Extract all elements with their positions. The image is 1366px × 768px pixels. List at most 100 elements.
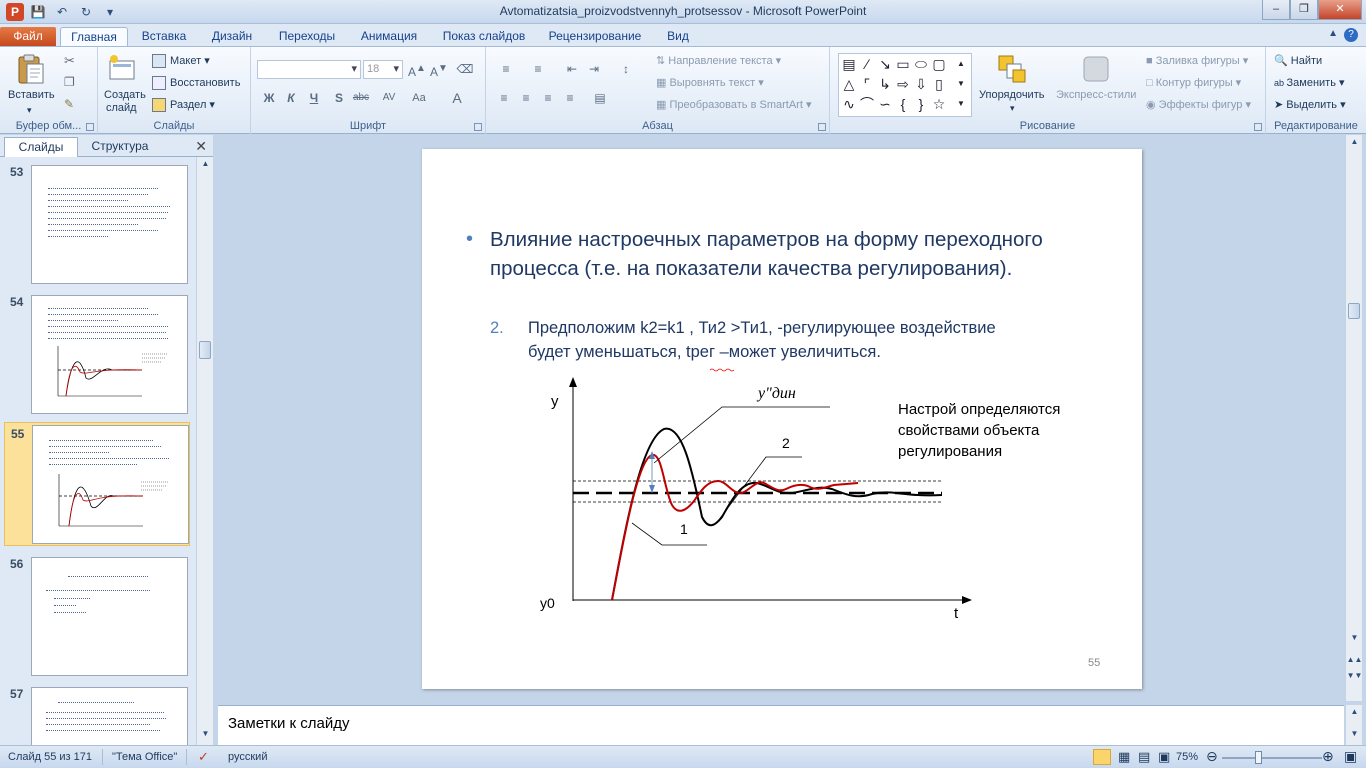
- down-arrow-shape-icon[interactable]: ⇩: [913, 76, 929, 92]
- scroll-down-icon[interactable]: ▼: [1346, 633, 1363, 647]
- new-slide-label-2[interactable]: слайд: [106, 102, 137, 114]
- shape-fill-button[interactable]: ■ Заливка фигуры ▾: [1146, 54, 1248, 67]
- slide-thumbnail[interactable]: [31, 557, 188, 676]
- panel-scrollbar[interactable]: ▲ ▼: [196, 157, 213, 745]
- rectangle-shape-icon[interactable]: ▭: [895, 56, 911, 72]
- paste-button[interactable]: Вставить: [8, 89, 55, 101]
- grow-font-icon[interactable]: A▲: [407, 60, 427, 79]
- paragraph-launcher-icon[interactable]: [818, 123, 826, 131]
- zoom-slider-knob[interactable]: [1255, 751, 1262, 764]
- elbow-connector-shape-icon[interactable]: ⌜: [859, 76, 875, 92]
- tab-design[interactable]: Дизайн: [204, 27, 260, 46]
- slide-thumbnail[interactable]: [31, 295, 188, 414]
- align-left-icon[interactable]: ≡: [494, 89, 514, 107]
- right-arrow-shape-icon[interactable]: ⇨: [895, 76, 911, 92]
- freeform-shape-icon[interactable]: ∽: [877, 96, 893, 112]
- shape-effects-button[interactable]: ◉ Эффекты фигур ▾: [1146, 98, 1251, 111]
- tab-file[interactable]: Файл: [0, 27, 56, 46]
- maximize-button[interactable]: ❐: [1290, 0, 1318, 20]
- paste-dropdown-icon[interactable]: ▾: [27, 105, 32, 116]
- scroll-up-icon[interactable]: ▲: [197, 159, 214, 173]
- tab-slideshow[interactable]: Показ слайдов: [436, 27, 532, 46]
- slide-thumbnail[interactable]: [31, 687, 188, 745]
- shape-outline-button[interactable]: □ Контур фигуры ▾: [1146, 76, 1241, 89]
- font-size-dropdown-icon[interactable]: ▾: [393, 61, 399, 78]
- next-slide-icon[interactable]: ▼▼: [1346, 671, 1363, 685]
- slide-thumbnail[interactable]: [31, 165, 188, 284]
- zoom-slider[interactable]: [1222, 757, 1322, 759]
- section-button[interactable]: Раздел ▾: [152, 98, 215, 113]
- reset-button[interactable]: Восстановить: [152, 76, 240, 90]
- curve-shape-icon[interactable]: ∿: [841, 96, 857, 112]
- previous-slide-icon[interactable]: ▲▲: [1346, 655, 1363, 669]
- clear-format-icon[interactable]: ⌫: [455, 60, 475, 78]
- quick-styles-button[interactable]: Экспресс-стили: [1056, 89, 1136, 101]
- clipboard-launcher-icon[interactable]: [86, 123, 94, 131]
- new-slide-label-1[interactable]: Создать: [104, 89, 146, 101]
- rounded-rect-shape-icon[interactable]: ▢: [931, 56, 947, 72]
- italic-icon[interactable]: К: [281, 89, 301, 107]
- shadow-icon[interactable]: S: [329, 89, 349, 107]
- oval-shape-icon[interactable]: ⬭: [913, 56, 929, 72]
- notes-pane[interactable]: Заметки к слайду: [218, 705, 1344, 745]
- drawing-launcher-icon[interactable]: [1254, 123, 1262, 131]
- side-note-text[interactable]: Настрой определяются свойствами объекта …: [898, 399, 1098, 462]
- thumbnail-row[interactable]: 53: [0, 161, 196, 287]
- tab-review[interactable]: Рецензирование: [542, 27, 648, 46]
- tab-insert[interactable]: Вставка: [134, 27, 194, 46]
- font-name-dropdown-icon[interactable]: ▾: [351, 61, 357, 78]
- shapes-gallery[interactable]: ▤ ∕ ↘ ▭ ⬭ ▢ △ ⌜ ↳ ⇨ ⇩ ▯ ∿ ⌒ ∽ { } ☆ ▲ ▼ …: [838, 53, 972, 117]
- gallery-more-icon[interactable]: ▼: [953, 96, 969, 112]
- language-indicator[interactable]: русский: [228, 751, 267, 763]
- bold-icon[interactable]: Ж: [259, 89, 279, 107]
- notes-scrollbar[interactable]: ▲ ▼: [1345, 705, 1362, 745]
- spellcheck-icon[interactable]: ✓: [198, 749, 209, 765]
- quick-styles-icon[interactable]: [1080, 53, 1112, 85]
- triangle-shape-icon[interactable]: △: [841, 76, 857, 92]
- fit-to-window-icon[interactable]: ▣: [1344, 748, 1357, 765]
- close-panel-icon[interactable]: ✕: [195, 138, 207, 155]
- line-shape-icon[interactable]: ∕: [859, 56, 875, 72]
- replace-button[interactable]: ab Заменить ▾: [1274, 76, 1345, 89]
- slide-scrollbar[interactable]: ▲ ▼ ▲▲ ▼▼: [1345, 135, 1362, 701]
- right-brace-shape-icon[interactable]: }: [913, 96, 929, 112]
- slide-canvas[interactable]: • Влияние настроечных параметров на форм…: [422, 149, 1142, 689]
- find-button[interactable]: 🔍 Найти: [1274, 54, 1322, 67]
- justify-icon[interactable]: ≡: [560, 89, 580, 107]
- tab-home[interactable]: Главная: [60, 27, 128, 46]
- arrange-icon[interactable]: [996, 53, 1028, 85]
- bullets-icon[interactable]: ≡: [496, 60, 516, 78]
- tab-view[interactable]: Вид: [660, 27, 696, 46]
- cut-icon[interactable]: ✂: [64, 53, 75, 69]
- thumbnail-row[interactable]: 57: [0, 683, 196, 745]
- format-painter-icon[interactable]: ✎: [64, 97, 74, 111]
- star-shape-icon[interactable]: ☆: [931, 96, 947, 112]
- close-button[interactable]: ✕: [1318, 0, 1362, 20]
- zoom-level[interactable]: 75%: [1176, 751, 1198, 763]
- decrease-indent-icon[interactable]: ⇤: [562, 60, 582, 78]
- slide-thumbnail-selected[interactable]: [32, 425, 189, 544]
- panel-scroll-thumb[interactable]: [199, 341, 211, 359]
- char-spacing-icon[interactable]: AV: [379, 89, 399, 107]
- tab-outline-panel[interactable]: Структура: [82, 137, 158, 157]
- increase-indent-icon[interactable]: ⇥: [584, 60, 604, 78]
- columns-icon[interactable]: ▤: [590, 89, 610, 107]
- callout-shape-icon[interactable]: ▯: [931, 76, 947, 92]
- slide-scroll-thumb[interactable]: [1348, 303, 1360, 319]
- font-launcher-icon[interactable]: [474, 123, 482, 131]
- font-name-combo[interactable]: ▾: [257, 60, 361, 79]
- new-slide-icon[interactable]: [106, 53, 138, 85]
- paste-icon[interactable]: [14, 53, 46, 85]
- notes-placeholder[interactable]: Заметки к слайду: [228, 715, 350, 732]
- minimize-ribbon-icon[interactable]: ▲: [1328, 28, 1338, 42]
- zoom-in-icon[interactable]: ⊕: [1322, 748, 1334, 765]
- gallery-down-icon[interactable]: ▼: [953, 76, 969, 92]
- shrink-font-icon[interactable]: A▼: [429, 60, 449, 79]
- minimize-button[interactable]: –: [1262, 0, 1290, 20]
- strikethrough-icon[interactable]: abc: [351, 89, 371, 107]
- change-case-icon[interactable]: Aa: [409, 89, 429, 107]
- theme-name[interactable]: "Тема Office": [112, 751, 177, 763]
- underline-icon[interactable]: Ч: [304, 89, 324, 107]
- text-direction-button[interactable]: ⇅ Направление текста ▾: [656, 54, 781, 67]
- arrange-dropdown-icon[interactable]: ▾: [1010, 103, 1015, 114]
